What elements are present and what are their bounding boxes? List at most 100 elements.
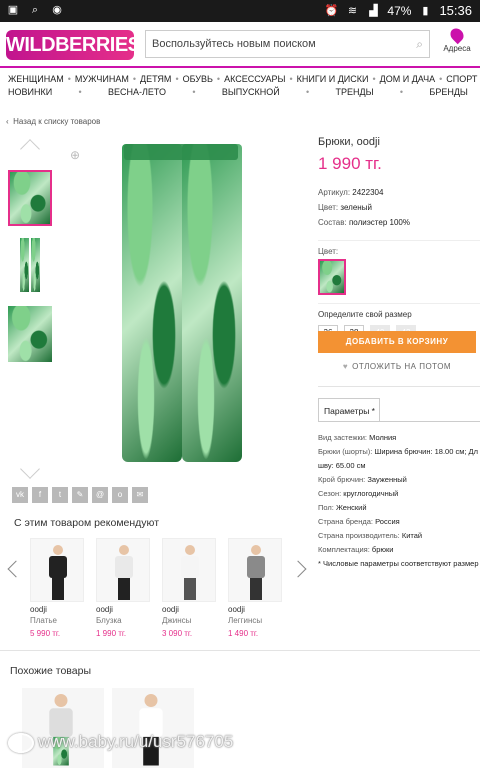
parameter-label: Пол: — [318, 503, 334, 512]
site-logo[interactable]: WILDBERRIES — [6, 30, 141, 60]
recommended-price: 1 490 тг. — [228, 629, 259, 638]
recommended-item[interactable]: oodji Блузка 1 990 тг. — [96, 538, 150, 638]
address-label: Адреса — [443, 44, 471, 53]
parameter-label: Крой брючин: — [318, 475, 366, 484]
mail-icon[interactable]: @ — [92, 487, 108, 503]
nav-separator: • — [372, 74, 376, 84]
chevron-left-icon[interactable] — [7, 560, 25, 578]
nav-item[interactable]: БРЕНДЫ — [429, 87, 467, 99]
nav-item[interactable]: ЖЕНЩИНАМ — [8, 74, 64, 86]
similar-item-2[interactable] — [112, 688, 194, 768]
parameter-value: Молния — [369, 433, 397, 442]
search-input[interactable]: Воспользуйтесь новым поиском ⌕ — [145, 30, 430, 58]
parameter-row: Сезон: круглогодичный — [318, 489, 480, 498]
parameter-value: круглогодичный — [343, 489, 399, 498]
status-bar: ▣ ⌕ ◉ ⏰ ≋ ▟ 47% ▮ 15:36 — [0, 0, 480, 22]
clock: 15:36 — [439, 3, 472, 18]
thumbnail-1[interactable] — [8, 170, 52, 226]
nav-item[interactable]: ВЕСНА-ЛЕТО — [108, 87, 166, 99]
odnoklassniki-icon[interactable]: о — [112, 487, 128, 503]
facebook-icon[interactable]: f — [32, 487, 48, 503]
postpone-label: ОТЛОЖИТЬ НА ПОТОМ — [352, 362, 452, 371]
recommended-item-image[interactable] — [162, 538, 216, 602]
parameter-label: Сезон: — [318, 489, 342, 498]
chevron-right-icon[interactable] — [289, 560, 307, 578]
recommended-brand: oodji — [30, 605, 47, 614]
back-to-list-link[interactable]: ‹ Назад к списку товаров — [6, 117, 100, 126]
nav-separator: • — [439, 74, 443, 84]
search-icon: ⌕ — [31, 4, 39, 16]
recommended-name: Леггинсы — [228, 616, 263, 625]
composition-label: Состав: — [318, 218, 347, 227]
color-swatch-green[interactable] — [318, 259, 346, 295]
search-icon[interactable]: ⌕ — [416, 37, 423, 52]
recommended-brand: oodji — [162, 605, 179, 614]
nav-item[interactable]: КНИГИ И ДИСКИ — [297, 74, 369, 86]
nav-item[interactable]: ТРЕНДЫ — [336, 87, 374, 99]
recommended-item-image[interactable] — [30, 538, 84, 602]
nav-separator: • — [175, 74, 179, 84]
back-link-label: Назад к списку товаров — [13, 117, 101, 126]
nav-item[interactable]: АКСЕССУАРЫ — [224, 74, 285, 86]
recommended-item[interactable]: oodji Леггинсы 1 490 тг. — [228, 538, 282, 638]
product-info: Брюки, oodji 1 990 тг. Артикул: 2422304 … — [318, 136, 480, 341]
product-main-image[interactable] — [122, 144, 242, 462]
parameter-row: Страна бренда: Россия — [318, 517, 480, 526]
nav-item[interactable]: НОВИНКИ — [8, 87, 52, 99]
recommended-item[interactable]: oodji Платье 5 990 тг. — [30, 538, 84, 638]
parameter-label: Вид застежки: — [318, 433, 368, 442]
postpone-button[interactable]: ♥ ОТЛОЖИТЬ НА ПОТОМ — [318, 362, 476, 371]
nav-separator: • — [192, 87, 196, 97]
similar-item-1[interactable] — [22, 688, 104, 768]
recommended-item-image[interactable] — [96, 538, 150, 602]
image-icon: ▣ — [7, 4, 19, 16]
nav-item[interactable]: МУЖЧИНАМ — [75, 74, 129, 86]
recommended-price: 1 990 тг. — [96, 629, 127, 638]
recommended-item-image[interactable] — [228, 538, 282, 602]
recommended-brand: oodji — [96, 605, 113, 614]
nav-separator: • — [289, 74, 293, 84]
nav-item[interactable]: ДОМ И ДАЧА — [380, 74, 435, 86]
watermark: www.baby.ru/u/usr576705 — [8, 732, 233, 753]
vk-icon[interactable]: vk — [12, 487, 28, 503]
recommended-price: 5 990 тг. — [30, 629, 61, 638]
thumbnail-gallery — [6, 138, 54, 479]
nav-item[interactable]: ДЕТЯМ — [140, 74, 171, 86]
alarm-icon: ⏰ — [324, 4, 339, 17]
parameter-value: * Числовые параметры соответствуют разме… — [318, 559, 479, 568]
article-value: 2422304 — [352, 188, 384, 197]
nav-separator: • — [399, 87, 404, 97]
parameter-row: Брюки (шорты): Ширина брючин: 18.00 см; … — [318, 447, 480, 456]
thumbnail-3[interactable] — [8, 306, 52, 362]
twitter-icon[interactable]: t — [52, 487, 68, 503]
link-icon[interactable]: ✎ — [72, 487, 88, 503]
nav-separator: • — [306, 87, 310, 97]
tab-parameters[interactable]: Параметры * — [318, 398, 380, 422]
nav-item[interactable]: СПОРТ — [446, 74, 477, 86]
color-value: зеленый — [340, 203, 372, 212]
heart-icon: ♥ — [342, 362, 349, 371]
nav-item[interactable]: ОБУВЬ — [183, 74, 213, 86]
email-icon[interactable]: ✉ — [132, 487, 148, 503]
section-divider — [0, 650, 480, 651]
nav-separator: • — [78, 87, 82, 97]
thumbnail-2[interactable] — [8, 238, 52, 294]
parameter-label: Брюки (шорты): — [318, 447, 373, 456]
zoom-icon[interactable]: ⊕ — [70, 148, 80, 162]
parameter-value: брюки — [371, 545, 394, 554]
product-image-waistband — [124, 144, 238, 160]
parameter-row: Пол: Женский — [318, 503, 480, 512]
color-row: Цвет: зеленый — [318, 203, 480, 213]
similar-title: Похожие товары — [10, 665, 91, 677]
add-to-cart-button[interactable]: ДОБАВИТЬ В КОРЗИНУ — [318, 331, 476, 353]
recommended-item[interactable]: oodji Джинсы 3 090 тг. — [162, 538, 216, 638]
nav-item[interactable]: ВЫПУСКНОЙ — [222, 87, 280, 99]
tab-underline — [318, 421, 480, 422]
signal-icon: ▟ — [369, 4, 378, 17]
nav-separator: • — [132, 74, 137, 84]
chevron-down-icon[interactable] — [20, 459, 40, 479]
watermark-logo-icon — [8, 732, 34, 753]
address-button[interactable]: Адреса — [440, 25, 474, 53]
watermark-text: www.baby.ru/u/usr576705 — [38, 732, 234, 751]
recommended-price: 3 090 тг. — [162, 629, 193, 638]
